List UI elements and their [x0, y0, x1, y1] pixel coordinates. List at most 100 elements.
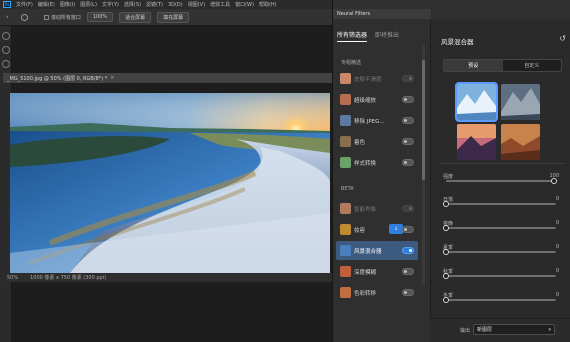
filter-smart-portrait[interactable]: 智能肖像	[336, 199, 418, 218]
preset-custom-switch: 预设 自定义	[443, 59, 562, 72]
filter-toggle[interactable]	[402, 159, 414, 166]
preset-canyon[interactable]	[501, 124, 540, 160]
slider-value: 0	[555, 196, 559, 202]
menu-filter[interactable]: 滤镜(T)	[146, 1, 163, 8]
filter-toggle[interactable]	[402, 268, 414, 275]
menu-file[interactable]: 文件(F)	[16, 1, 33, 8]
filter-list: 专题精选 皮肤平滑度 超级缩放 移除 JPEG... 着色 样式转换 BETA …	[333, 45, 418, 342]
filter-super-zoom[interactable]: 超级缩放	[336, 90, 418, 109]
filter-colorize[interactable]: 着色	[336, 132, 418, 151]
filter-toggle[interactable]	[402, 96, 414, 103]
fill-screen-button[interactable]: 填充屏幕	[157, 11, 190, 23]
preset-rocky-peaks[interactable]	[501, 84, 540, 120]
menu-3d[interactable]: 3D(D)	[168, 2, 183, 8]
options-bar: ‹ 滚动所有窗口 100% 适合屏幕 填充屏幕	[0, 9, 332, 26]
filter-toggle[interactable]	[402, 247, 414, 254]
status-doc-info: 1000 像素 x 750 像素 (300 ppi)	[30, 275, 107, 281]
filter-label: 色彩转移	[354, 290, 377, 297]
zoom-in-tool-icon[interactable]	[2, 32, 10, 40]
filter-toggle[interactable]	[402, 289, 414, 296]
menu-view[interactable]: 视图(V)	[188, 1, 205, 8]
section-beta: BETA	[341, 186, 354, 192]
filter-landscape-mixer[interactable]: 风景混合器	[336, 241, 418, 260]
tab-all-filters[interactable]: 所有筛选器	[337, 30, 368, 42]
document-canvas[interactable]	[10, 93, 330, 273]
menu-type[interactable]: 文字(Y)	[102, 1, 119, 8]
filter-list-scroll-thumb[interactable]	[422, 60, 425, 180]
slider-track[interactable]	[446, 203, 556, 205]
filter-makeup-transfer[interactable]: 妆容 ↓	[336, 220, 418, 239]
slider-knob[interactable]	[443, 273, 449, 279]
menu-help[interactable]: 帮助(H)	[259, 1, 277, 8]
slider-track[interactable]	[446, 275, 556, 277]
filter-jpeg-artifacts[interactable]: 移除 JPEG...	[336, 111, 418, 130]
filter-toggle[interactable]	[402, 205, 414, 212]
slider-track[interactable]	[446, 251, 556, 253]
filter-label: 着色	[354, 139, 366, 146]
segment-custom[interactable]: 自定义	[503, 60, 562, 71]
status-zoom[interactable]: 50%	[7, 275, 18, 281]
document-tab[interactable]: _MG_5100.jpg @ 50% (图层 0, RGB/8*) * ×	[3, 73, 333, 83]
output-footer: 输出 新图层 ▾	[430, 318, 570, 342]
slider-knob[interactable]	[443, 297, 449, 303]
download-filter-button[interactable]: ↓	[389, 224, 403, 234]
zoom-out-tool-icon[interactable]	[2, 46, 10, 54]
preset-snow-mountains[interactable]	[455, 82, 498, 122]
slider-winter[interactable]: 冬季 0	[443, 292, 559, 304]
back-arrow-icon[interactable]: ‹	[6, 13, 9, 21]
landscape-photo	[10, 93, 330, 273]
menu-image[interactable]: 图像(I)	[60, 1, 75, 8]
photoshop-window: Ps 文件(F) 编辑(E) 图像(I) 图层(L) 文字(Y) 选择(S) 滤…	[0, 0, 570, 342]
filter-skin-smoothing[interactable]: 皮肤平滑度	[336, 69, 418, 88]
menu-window[interactable]: 窗口(W)	[235, 1, 254, 8]
filter-toggle[interactable]	[402, 226, 414, 233]
output-select[interactable]: 新图层 ▾	[473, 324, 555, 335]
filter-thumbnail	[340, 157, 351, 168]
filter-thumbnail	[340, 266, 351, 277]
tab-coming-soon[interactable]: 即将推出	[375, 30, 399, 42]
landscape-presets	[455, 82, 543, 160]
filter-color-transfer[interactable]: 色彩转移	[336, 283, 418, 302]
filter-label: 妆容	[354, 227, 366, 234]
output-label: 输出	[460, 328, 471, 334]
slider-knob[interactable]	[443, 249, 449, 255]
menu-plugins[interactable]: 增效工具	[210, 1, 230, 8]
slider-knob[interactable]	[551, 178, 557, 184]
menu-edit[interactable]: 编辑(E)	[38, 1, 55, 8]
fit-screen-button[interactable]: 适合屏幕	[119, 11, 152, 23]
filter-depth-blur[interactable]: 深度模糊	[336, 262, 418, 281]
slider-knob[interactable]	[443, 225, 449, 231]
filter-label: 风景混合器	[354, 248, 382, 255]
filter-label: 样式转换	[354, 160, 377, 167]
filter-style-transfer[interactable]: 样式转换	[336, 153, 418, 172]
slider-knob[interactable]	[443, 201, 449, 207]
reset-icon[interactable]: ↺	[559, 34, 566, 43]
filter-toggle[interactable]	[402, 138, 414, 145]
preset-sunset-mountain[interactable]	[457, 124, 496, 160]
slider-value: 0	[555, 292, 559, 298]
slider-value: 0	[555, 244, 559, 250]
menu-select[interactable]: 选择(S)	[124, 1, 141, 8]
filter-toggle[interactable]	[402, 75, 414, 82]
scroll-all-checkbox[interactable]: 滚动所有窗口	[43, 14, 81, 21]
slider-autumn[interactable]: 秋季 0	[443, 268, 559, 280]
menu-layer[interactable]: 图层(L)	[80, 1, 97, 8]
close-document-icon[interactable]: ×	[110, 75, 114, 81]
slider-track[interactable]	[446, 299, 556, 301]
slider-night[interactable]: 夜晚 0	[443, 220, 559, 232]
filter-toggle[interactable]	[402, 117, 414, 124]
chevron-down-icon: ▾	[548, 327, 551, 333]
slider-track[interactable]	[446, 180, 556, 182]
checkbox-icon	[43, 14, 49, 20]
segment-preset[interactable]: 预设	[444, 60, 503, 71]
hand-tool-icon[interactable]	[2, 60, 10, 68]
hand-tool-icon[interactable]	[20, 13, 28, 21]
slider-strength[interactable]: 强度 100	[443, 173, 559, 185]
filter-thumbnail	[340, 136, 351, 147]
zoom-100-button[interactable]: 100%	[86, 12, 114, 22]
slider-summer[interactable]: 夏季 0	[443, 244, 559, 256]
filter-thumbnail	[340, 115, 351, 126]
slider-sunset[interactable]: 日落 0	[443, 196, 559, 208]
slider-track[interactable]	[446, 227, 556, 229]
filter-thumbnail	[340, 245, 351, 256]
